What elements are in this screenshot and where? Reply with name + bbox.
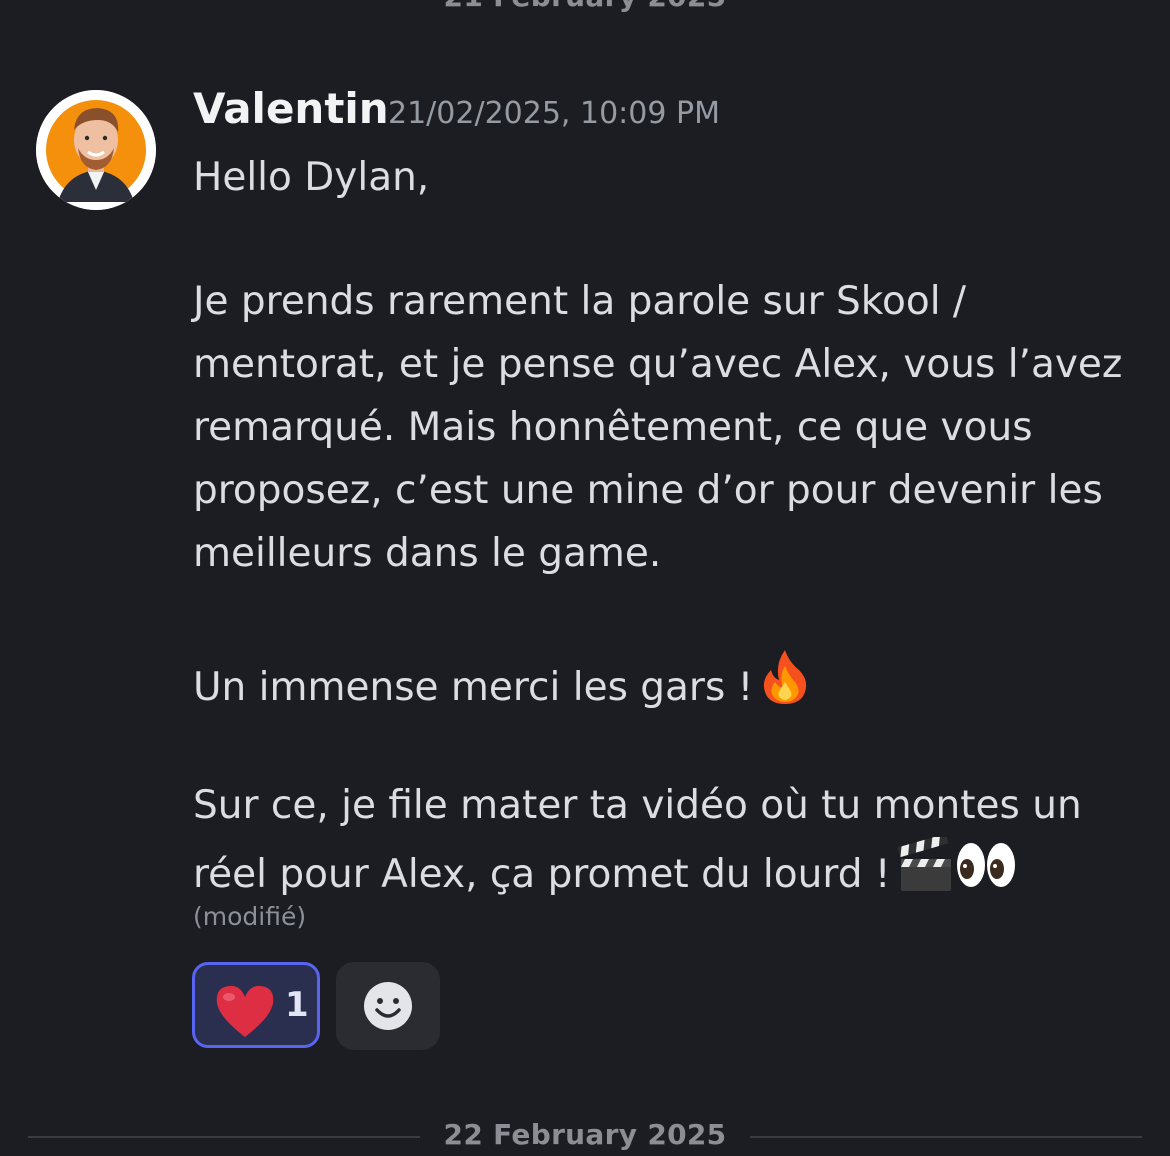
avatar[interactable]: [36, 90, 156, 210]
edited-label: (modifié): [193, 902, 307, 931]
date-divider-label: 22 February 2025: [443, 1118, 727, 1151]
message-line: proposez, c’est une mine d’or pour deven…: [193, 468, 1103, 513]
clapper-board-emoji-icon: [897, 837, 955, 893]
author-name[interactable]: Valentin: [193, 84, 389, 133]
message-line: Sur ce, je file mater ta vidéo où tu mon…: [193, 783, 1082, 828]
message-line: Un immense merci les gars !: [193, 665, 754, 710]
date-divider-label: 21 February 2025: [420, 0, 750, 13]
smiley-add-reaction-icon: [364, 982, 412, 1030]
heart-emoji-icon: [213, 983, 277, 1043]
heart-reaction-button[interactable]: 1: [192, 962, 320, 1048]
message-timestamp: 21/02/2025, 10:09 PM: [388, 96, 720, 131]
message-line: mentorat, et je pense qu’avec Alex, vous…: [193, 342, 1123, 387]
eyes-emoji-icon: [955, 837, 1017, 893]
message-line: réel pour Alex, ça promet du lourd !: [193, 852, 891, 897]
date-divider-top: 21 February 2025: [0, 0, 1170, 18]
add-reaction-button[interactable]: [336, 962, 440, 1050]
message-line: meilleurs dans le game.: [193, 531, 662, 576]
message-line-with-emoji: réel pour Alex, ça promet du lourd !: [193, 837, 1153, 906]
fire-emoji-icon: [759, 648, 811, 706]
message-line-with-emoji: Un immense merci les gars !: [193, 648, 1153, 719]
message-line: remarqué. Mais honnêtement, ce que vous: [193, 405, 1033, 450]
message-line: Je prends rarement la parole sur Skool /: [193, 279, 967, 324]
reaction-count: 1: [285, 985, 309, 1025]
divider-line: [28, 1136, 420, 1138]
divider-line: [750, 1136, 1142, 1138]
date-divider-bottom: 22 February 2025: [0, 1116, 1170, 1156]
message-line: Hello Dylan,: [193, 155, 430, 200]
